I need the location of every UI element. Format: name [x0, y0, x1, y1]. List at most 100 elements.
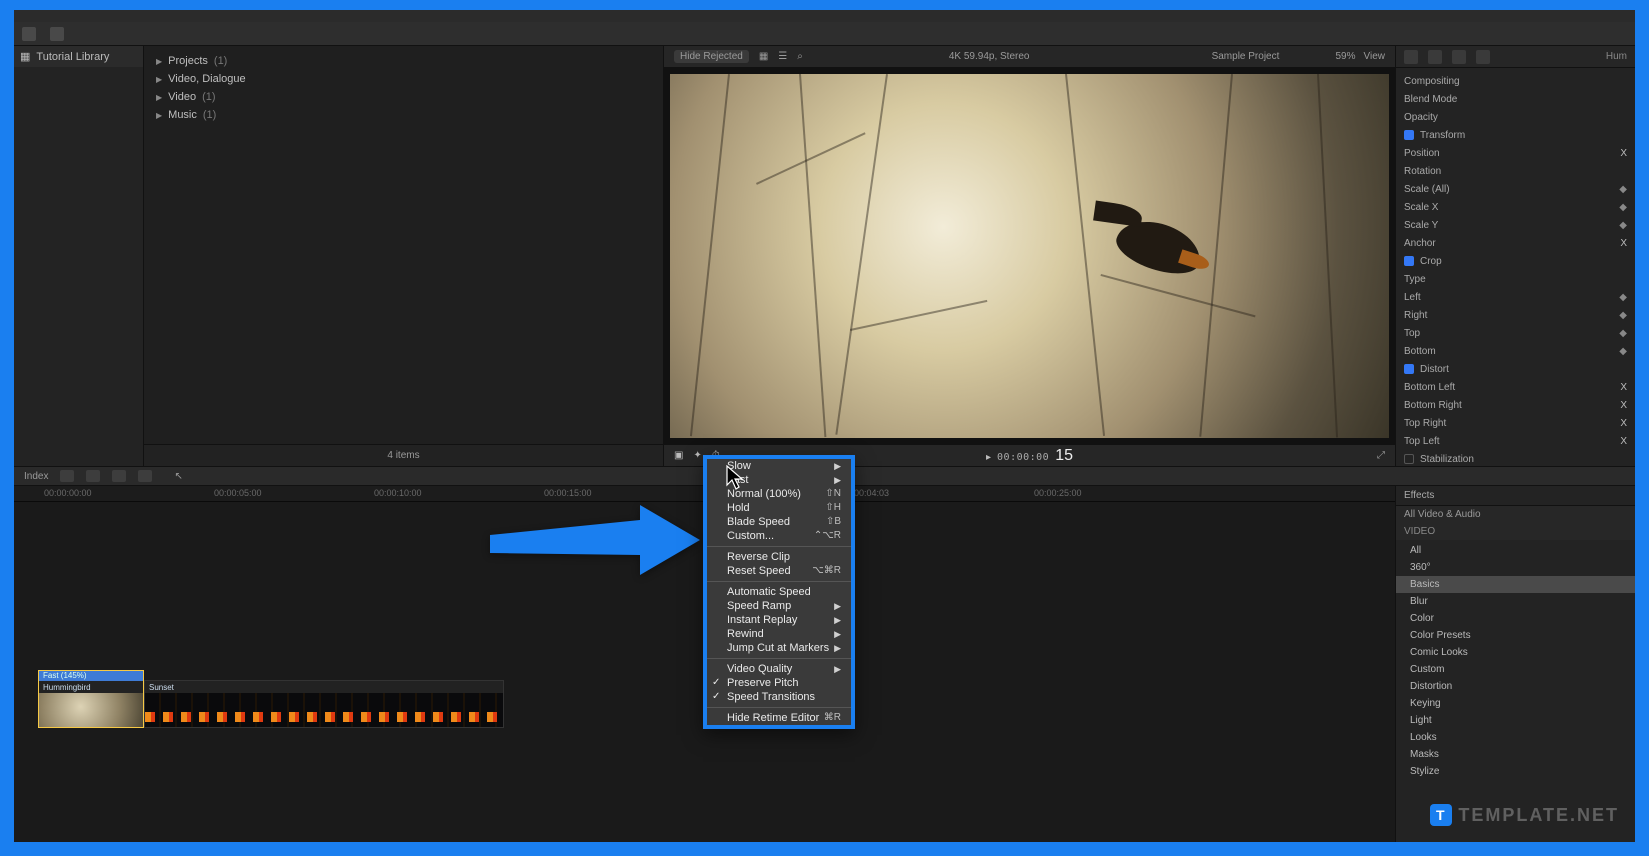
viewer-canvas[interactable]: [664, 68, 1395, 444]
clip-hummingbird[interactable]: Fast (145%) Hummingbird: [38, 670, 144, 728]
rotation-label[interactable]: Rotation: [1404, 166, 1627, 177]
menu-item[interactable]: Reverse Clip: [707, 550, 851, 564]
grid-icon[interactable]: ▦: [759, 51, 768, 62]
effects-category-item[interactable]: Basics: [1396, 576, 1635, 593]
effects-category-item[interactable]: Keying: [1396, 695, 1635, 712]
menu-item[interactable]: Speed Ramp▶: [707, 599, 851, 613]
watermark-logo: T: [1430, 804, 1452, 826]
effects-category-item[interactable]: Stylize: [1396, 763, 1635, 780]
retime-bar[interactable]: Fast (145%): [39, 671, 143, 681]
index-button[interactable]: Index: [24, 471, 48, 482]
select-tool-icon[interactable]: ↖: [174, 471, 182, 482]
menu-item[interactable]: Hide Retime Editor⌘R: [707, 711, 851, 725]
effects-video-label: VIDEO: [1396, 523, 1635, 540]
tree-row-video-dialogue[interactable]: ▶ Video, Dialogue: [154, 70, 653, 88]
crop-type-label[interactable]: Type: [1404, 274, 1627, 285]
menu-item[interactable]: Speed Transitions: [707, 690, 851, 704]
import-icon[interactable]: [50, 27, 64, 41]
chevron-right-icon: ▶: [156, 93, 162, 102]
menu-item[interactable]: Preserve Pitch: [707, 676, 851, 690]
inspector-tab-info[interactable]: [1476, 50, 1490, 64]
crop-top-label[interactable]: Top: [1404, 328, 1613, 339]
effects-category-item[interactable]: Looks: [1396, 729, 1635, 746]
hide-rejected-button[interactable]: Hide Rejected: [674, 50, 749, 63]
menu-item[interactable]: Blade Speed⇧B: [707, 515, 851, 529]
inspector-tab-audio[interactable]: [1452, 50, 1466, 64]
clip-label: Sunset: [149, 683, 174, 692]
distort-checkbox[interactable]: [1404, 364, 1414, 374]
tl-tool-3[interactable]: [112, 470, 126, 482]
scale-y-label[interactable]: Scale Y: [1404, 220, 1613, 231]
inspector-tab-video[interactable]: [1404, 50, 1418, 64]
ruler-mark: 00:00:05:00: [214, 488, 262, 498]
menu-item[interactable]: Jump Cut at Markers▶: [707, 641, 851, 655]
zoom-value[interactable]: 59%: [1335, 51, 1355, 62]
enhance-icon[interactable]: ✦: [693, 450, 701, 461]
crop-right-label[interactable]: Right: [1404, 310, 1613, 321]
effects-category-item[interactable]: Custom: [1396, 661, 1635, 678]
menu-item[interactable]: Video Quality▶: [707, 662, 851, 676]
tree-count: (1): [203, 109, 216, 121]
tree-count: (1): [202, 91, 215, 103]
effects-category-item[interactable]: All: [1396, 542, 1635, 559]
crop-checkbox[interactable]: [1404, 256, 1414, 266]
tl-tool-1[interactable]: [60, 470, 74, 482]
effects-category-item[interactable]: Comic Looks: [1396, 644, 1635, 661]
effects-category-item[interactable]: Light: [1396, 712, 1635, 729]
stabilization-checkbox[interactable]: [1404, 454, 1414, 464]
effects-category-item[interactable]: Distortion: [1396, 678, 1635, 695]
fullscreen-icon[interactable]: ⤢: [1377, 450, 1385, 461]
mouse-cursor-icon: [726, 465, 746, 491]
effects-category-item[interactable]: Blur: [1396, 593, 1635, 610]
tree-label: Projects: [168, 55, 208, 67]
library-icon[interactable]: [22, 27, 36, 41]
watermark-text: TEMPLATE.NET: [1458, 805, 1619, 826]
opacity-label[interactable]: Opacity: [1404, 112, 1627, 123]
menu-item[interactable]: Automatic Speed: [707, 585, 851, 599]
effects-category-item[interactable]: Masks: [1396, 746, 1635, 763]
tree-branches-art: [670, 74, 1389, 438]
menu-item[interactable]: Instant Replay▶: [707, 613, 851, 627]
effects-category-item[interactable]: 360°: [1396, 559, 1635, 576]
play-icon[interactable]: ▸: [986, 452, 991, 463]
retime-dropdown[interactable]: Slow▶Fast▶Normal (100%)⇧NHold⇧HBlade Spe…: [703, 455, 855, 729]
clip-thumbnail: [145, 693, 503, 727]
upper-pane: ▦ Tutorial Library ▶ Projects (1) ▶ Vide…: [14, 46, 1635, 466]
view-menu[interactable]: View: [1364, 51, 1386, 62]
search-icon[interactable]: ⌕: [797, 51, 803, 62]
ruler-mark: 00:00:00:00: [44, 488, 92, 498]
menu-item[interactable]: Hold⇧H: [707, 501, 851, 515]
crop-tool-icon[interactable]: ▣: [674, 450, 683, 461]
project-title: Sample Project: [1212, 51, 1280, 62]
menu-item[interactable]: Reset Speed⌥⌘R: [707, 564, 851, 578]
transform-checkbox[interactable]: [1404, 130, 1414, 140]
distort-bl-label[interactable]: Bottom Left: [1404, 382, 1620, 393]
distort-tr-label[interactable]: Top Right: [1404, 418, 1620, 429]
effects-category-item[interactable]: Color Presets: [1396, 627, 1635, 644]
distort-br-label[interactable]: Bottom Right: [1404, 400, 1620, 411]
list-icon[interactable]: ☰: [778, 51, 787, 62]
effects-scope[interactable]: All Video & Audio: [1396, 506, 1635, 523]
tree-row-music[interactable]: ▶ Music (1): [154, 106, 653, 124]
crop-left-label[interactable]: Left: [1404, 292, 1613, 303]
clip-sunset[interactable]: Sunset: [144, 680, 504, 728]
scale-x-label[interactable]: Scale X: [1404, 202, 1613, 213]
distort-tl-label[interactable]: Top Left: [1404, 436, 1620, 447]
inspector-tab-color[interactable]: [1428, 50, 1442, 64]
menu-item[interactable]: Rewind▶: [707, 627, 851, 641]
blend-mode-label[interactable]: Blend Mode: [1404, 94, 1627, 105]
tree-label: Music: [168, 109, 197, 121]
effects-category-item[interactable]: Color: [1396, 610, 1635, 627]
anchor-label[interactable]: Anchor: [1404, 238, 1620, 249]
menu-item[interactable]: Custom...⌃⌥R: [707, 529, 851, 543]
scale-all-label[interactable]: Scale (All): [1404, 184, 1613, 195]
tl-tool-4[interactable]: [138, 470, 152, 482]
crop-bottom-label[interactable]: Bottom: [1404, 346, 1613, 357]
item-count: 4 items: [387, 450, 419, 461]
position-label[interactable]: Position: [1404, 148, 1620, 159]
library-sidebar: ▦ Tutorial Library: [14, 46, 144, 466]
tree-row-projects[interactable]: ▶ Projects (1): [154, 52, 653, 70]
tl-tool-2[interactable]: [86, 470, 100, 482]
library-header[interactable]: ▦ Tutorial Library: [14, 46, 143, 67]
tree-row-video[interactable]: ▶ Video (1): [154, 88, 653, 106]
